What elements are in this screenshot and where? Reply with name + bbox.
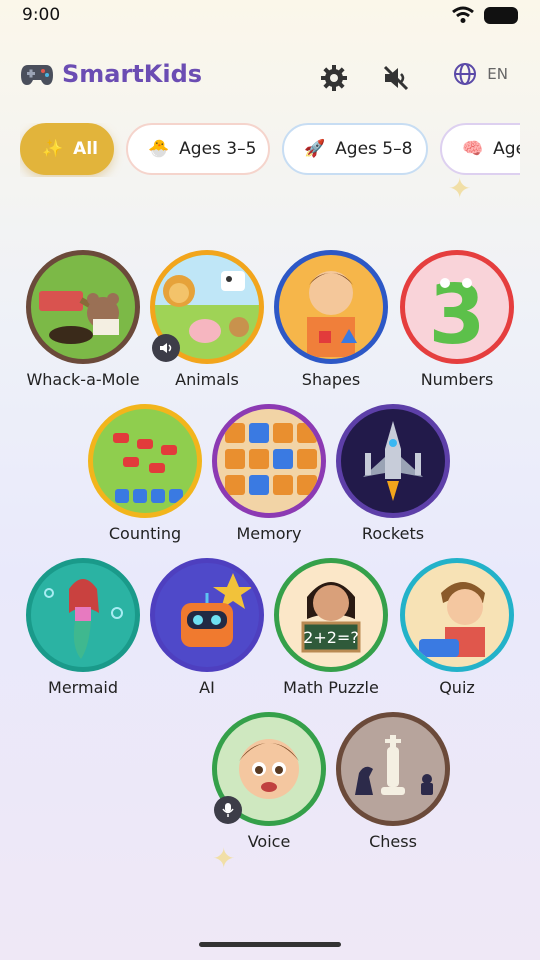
game-thumbnail: [274, 250, 388, 364]
status-bar: 9:00: [0, 0, 540, 32]
game-tile-rockets[interactable]: Rockets: [328, 404, 458, 554]
app-logo: SmartKids: [20, 60, 202, 88]
gamepad-icon: [21, 65, 53, 85]
filter-chip-ages-3-5[interactable]: 🐣 Ages 3–5: [126, 123, 270, 175]
language-selector[interactable]: EN: [453, 62, 508, 86]
game-label: Numbers: [420, 370, 494, 389]
speaker-muted-icon: [383, 65, 409, 91]
language-code: EN: [487, 65, 508, 83]
chess-pieces-illustration: [355, 735, 433, 795]
app-header: SmartKids EN: [20, 58, 520, 98]
game-label: Chess: [369, 832, 417, 851]
svg-text:3: 3: [428, 268, 485, 359]
game-tile-chess[interactable]: Chess: [328, 712, 458, 862]
wifi-icon: [452, 6, 474, 23]
game-tile-mermaid[interactable]: Mermaid: [18, 558, 148, 708]
number-three-illustration: 3: [428, 268, 485, 359]
game-label: Rockets: [361, 524, 425, 543]
battery-icon: [484, 6, 518, 24]
game-tile-quiz[interactable]: Quiz: [392, 558, 522, 708]
app-title: SmartKids: [62, 60, 203, 88]
game-tile-whack-a-mole[interactable]: Whack-a-Mole: [18, 250, 148, 400]
game-label: Quiz: [439, 678, 475, 697]
mermaid-illustration: [44, 579, 123, 659]
home-indicator[interactable]: [199, 942, 341, 947]
svg-text:2+2=?: 2+2=?: [303, 628, 359, 647]
microphone-icon: [214, 796, 242, 824]
counting-illustration: [113, 433, 183, 503]
game-tile-numbers[interactable]: 3 Numbers: [392, 250, 522, 400]
game-thumbnail: [150, 558, 264, 672]
status-time: 9:00: [22, 5, 61, 25]
globe-icon: [454, 63, 477, 85]
robot-illustration: [181, 573, 253, 647]
memory-cards-illustration: [225, 423, 317, 495]
game-thumbnail: 2+2=?: [274, 558, 388, 672]
status-icons: [452, 6, 518, 24]
game-tile-shapes[interactable]: Shapes: [266, 250, 396, 400]
quiz-illustration: [419, 582, 485, 657]
chick-icon: 🐣: [148, 139, 170, 159]
filter-chip-label: Ages 5–8: [335, 139, 413, 159]
sparkles-icon: ✨: [42, 139, 64, 159]
filter-chip-ages-5-8[interactable]: 🚀 Ages 5–8: [282, 123, 428, 175]
shapes-illustration: [307, 271, 357, 357]
game-thumbnail: [336, 404, 450, 518]
game-thumbnail: [26, 558, 140, 672]
rocket-icon: 🚀: [304, 139, 326, 159]
brain-icon: 🧠: [462, 139, 484, 159]
game-tile-ai[interactable]: AI: [142, 558, 272, 708]
game-tile-voice[interactable]: Voice: [204, 712, 334, 862]
sparkle-decoration: ✦: [448, 172, 472, 205]
settings-button[interactable]: [318, 62, 350, 94]
game-thumbnail: 3: [400, 250, 514, 364]
game-tile-animals[interactable]: Animals: [142, 250, 272, 400]
game-thumbnail: [212, 404, 326, 518]
gear-icon: [321, 65, 347, 91]
math-puzzle-illustration: 2+2=?: [301, 582, 361, 653]
filter-chip-ages-8-plus[interactable]: 🧠 Ages 8+: [440, 123, 520, 175]
filter-chip-label: Ages 8+: [493, 139, 520, 159]
filter-chip-all[interactable]: ✨ All: [20, 123, 114, 175]
speaker-icon: [152, 334, 180, 362]
game-thumbnail: [26, 250, 140, 364]
game-thumbnail: [88, 404, 202, 518]
game-thumbnail: [400, 558, 514, 672]
age-filter-bar: ✨ All 🐣 Ages 3–5 🚀 Ages 5–8 🧠 Ages 8+: [20, 123, 520, 177]
game-tile-memory[interactable]: Memory: [204, 404, 334, 554]
game-tile-counting[interactable]: Counting: [80, 404, 210, 554]
game-thumbnail: [336, 712, 450, 826]
mole-illustration: [39, 291, 119, 344]
rocket-ship-illustration: [363, 421, 423, 501]
game-tile-math-puzzle[interactable]: 2+2=? Math Puzzle: [266, 558, 396, 708]
filter-chip-label: Ages 3–5: [179, 139, 257, 159]
filter-chip-label: All: [73, 139, 98, 159]
sound-toggle-button[interactable]: [380, 62, 412, 94]
